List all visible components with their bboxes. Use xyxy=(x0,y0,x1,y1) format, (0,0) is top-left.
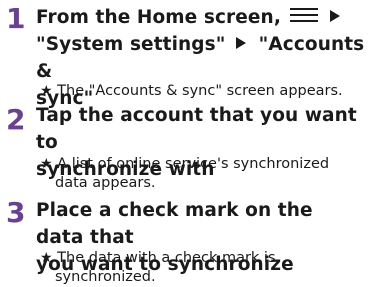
instruction-text: "System settings" xyxy=(36,34,226,55)
note-text: data appears. xyxy=(55,175,156,191)
instruction-line: From the Home screen, xyxy=(36,4,366,31)
instruction-line: "System settings" "Accounts & xyxy=(36,31,366,85)
step-number: 2 xyxy=(6,103,26,136)
star-icon: ★ xyxy=(40,156,53,172)
instruction-line: Tap the account that you want to xyxy=(36,105,357,153)
step-number: 3 xyxy=(6,196,26,229)
menu-icon xyxy=(289,8,318,22)
step-note: ★ The "Accounts & sync" screen appears. xyxy=(40,82,366,101)
note-text: The data with a check mark is xyxy=(57,250,276,266)
star-icon: ★ xyxy=(40,250,53,266)
step-note: ★ The data with a check mark is synchron… xyxy=(40,249,366,287)
triangle-right-icon xyxy=(236,37,247,49)
triangle-right-icon xyxy=(330,10,341,22)
note-text: A list of online service's synchronized xyxy=(57,156,330,172)
instruction-text: From the Home screen, xyxy=(36,7,281,28)
instruction-line: Place a check mark on the data that xyxy=(36,200,313,248)
star-icon: ★ xyxy=(40,83,53,99)
note-text: synchronized. xyxy=(55,269,156,285)
step-note: ★ A list of online service's synchronize… xyxy=(40,155,366,193)
step-number: 1 xyxy=(6,2,26,35)
note-text: The "Accounts & sync" screen appears. xyxy=(57,83,343,99)
